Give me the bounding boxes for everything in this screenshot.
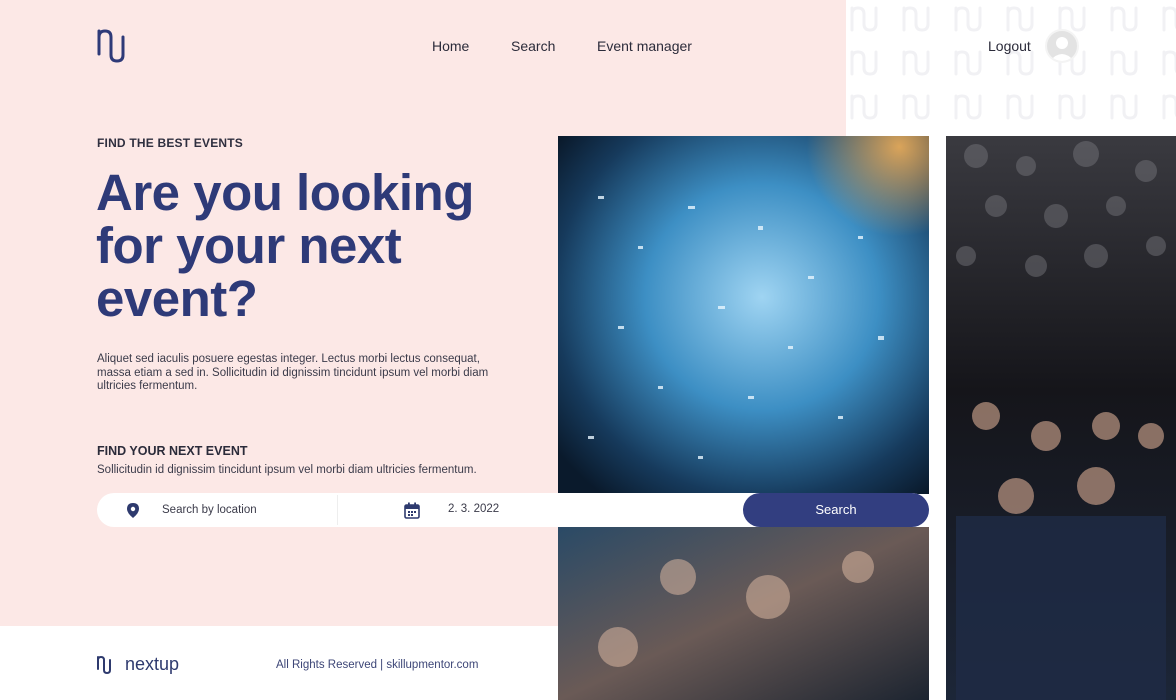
hero-headline-line: event? [96,270,258,327]
footer-brand-name: nextup [125,654,180,674]
main-nav: Home Search Event manager [0,38,846,56]
finder-subtitle: Sollicitudin id dignissim tincidunt ipsu… [97,464,477,476]
hero-description: Aliquet sed iaculis posuere egestas inte… [97,353,489,392]
hero-headline-line: for your next [96,217,402,274]
user-avatar-icon[interactable] [1045,29,1079,63]
logout-link[interactable]: Logout [988,38,1031,54]
search-divider [337,495,338,525]
confetti-concert-photo [558,136,929,494]
footer-copyright: All Rights Reserved | skillupmentor.com [276,659,479,671]
search-button[interactable]: Search [743,493,929,527]
hero-headline-line: Are you looking [96,164,474,221]
hero-eyebrow: FIND THE BEST EVENTS [97,136,244,150]
hero-headline: Are you looking for your next event? [96,166,546,325]
nu-logo-icon[interactable] [96,655,118,675]
finder-title: FIND YOUR NEXT EVENT [97,444,248,458]
nav-event-manager[interactable]: Event manager [597,38,692,54]
nav-home[interactable]: Home [432,38,469,54]
location-search-input[interactable] [162,501,332,519]
logo-pattern-background [846,0,1176,136]
calendar-icon[interactable] [404,502,420,519]
nav-search[interactable]: Search [511,38,555,54]
crowd-photo [558,527,929,700]
location-pin-icon [127,503,139,518]
date-field[interactable]: 2. 3. 2022 [448,503,499,515]
conference-audience-photo [946,136,1176,700]
